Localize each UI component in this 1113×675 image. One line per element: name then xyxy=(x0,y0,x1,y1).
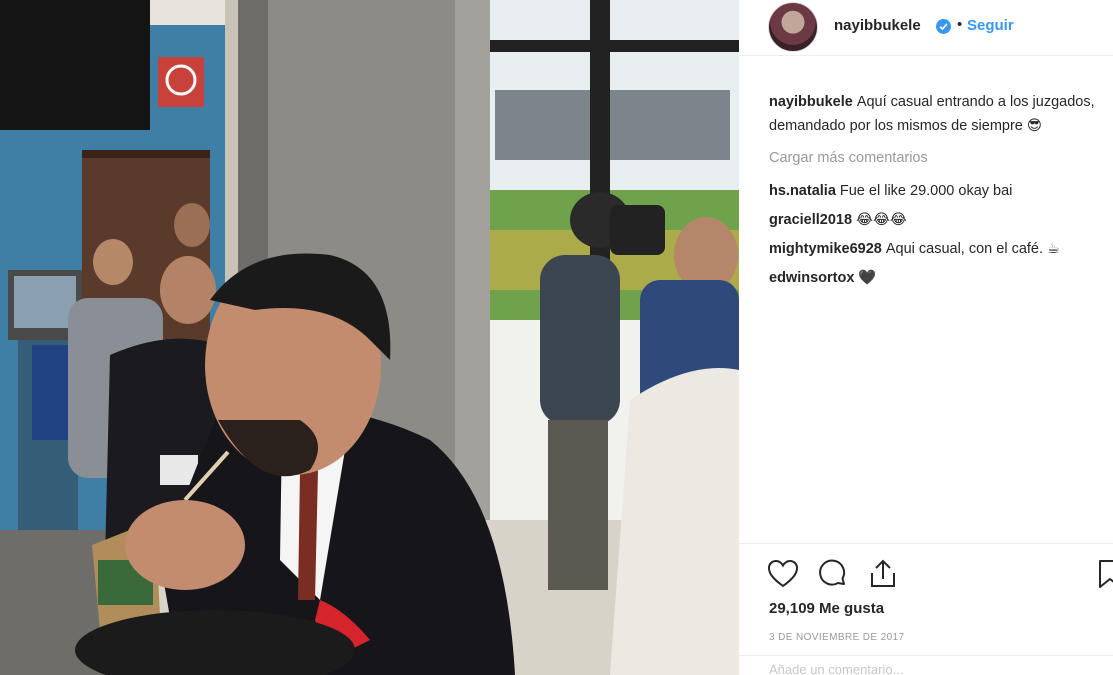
post-date[interactable]: 3 DE NOVIEMBRE DE 2017 xyxy=(769,632,905,643)
header-username[interactable]: nayibbukele xyxy=(834,17,921,34)
add-comment-input[interactable]: Añade un comentario... xyxy=(769,662,1069,675)
comment-username[interactable]: edwinsortox xyxy=(769,270,854,286)
comment-item: hs.natalia Fue el like 29.000 okay bai xyxy=(769,177,1099,206)
post-actions: 29,109 Me gusta 3 DE NOVIEMBRE DE 2017 A… xyxy=(739,543,1113,675)
comment-item: graciell2018 😂😂😂 xyxy=(769,206,1099,235)
comment-text: 🖤 xyxy=(858,270,877,286)
avatar[interactable] xyxy=(768,2,818,52)
likes-count[interactable]: 29,109 Me gusta xyxy=(769,600,884,617)
comment-text: 😂😂😂 xyxy=(856,212,907,228)
verified-badge-icon xyxy=(936,19,951,34)
comment-item: edwinsortox 🖤 xyxy=(769,264,1099,293)
comment-username[interactable]: hs.natalia xyxy=(769,183,836,199)
comment-username[interactable]: mightymike6928 xyxy=(769,241,882,257)
comment-icon[interactable] xyxy=(816,557,850,591)
follow-button[interactable]: Seguir xyxy=(967,17,1014,34)
comments-list: nayibbukele Aquí casual entrando a los ju… xyxy=(769,90,1099,293)
comment-text: Aqui casual, con el café. ☕ xyxy=(885,241,1061,257)
post-caption: nayibbukele Aquí casual entrando a los ju… xyxy=(769,90,1099,138)
comment-text: Fue el like 29.000 okay bai xyxy=(839,183,1013,199)
caption-username[interactable]: nayibbukele xyxy=(769,94,853,110)
header-separator: • xyxy=(957,16,963,33)
heart-icon[interactable] xyxy=(766,557,800,591)
comment-username[interactable]: graciell2018 xyxy=(769,212,852,228)
bookmark-icon[interactable] xyxy=(1095,557,1113,591)
post-photo[interactable] xyxy=(0,0,739,675)
load-more-comments-button[interactable]: Cargar más comentarios xyxy=(769,146,1099,170)
comment-item: mightymike6928 Aqui casual, con el café. … xyxy=(769,235,1099,264)
post-details-panel: nayibbukele • Seguir nayibbukele Aquí cas… xyxy=(739,0,1113,675)
share-icon[interactable] xyxy=(866,557,900,591)
photo-illustration xyxy=(0,0,739,675)
post-header: nayibbukele • Seguir xyxy=(739,0,1113,56)
